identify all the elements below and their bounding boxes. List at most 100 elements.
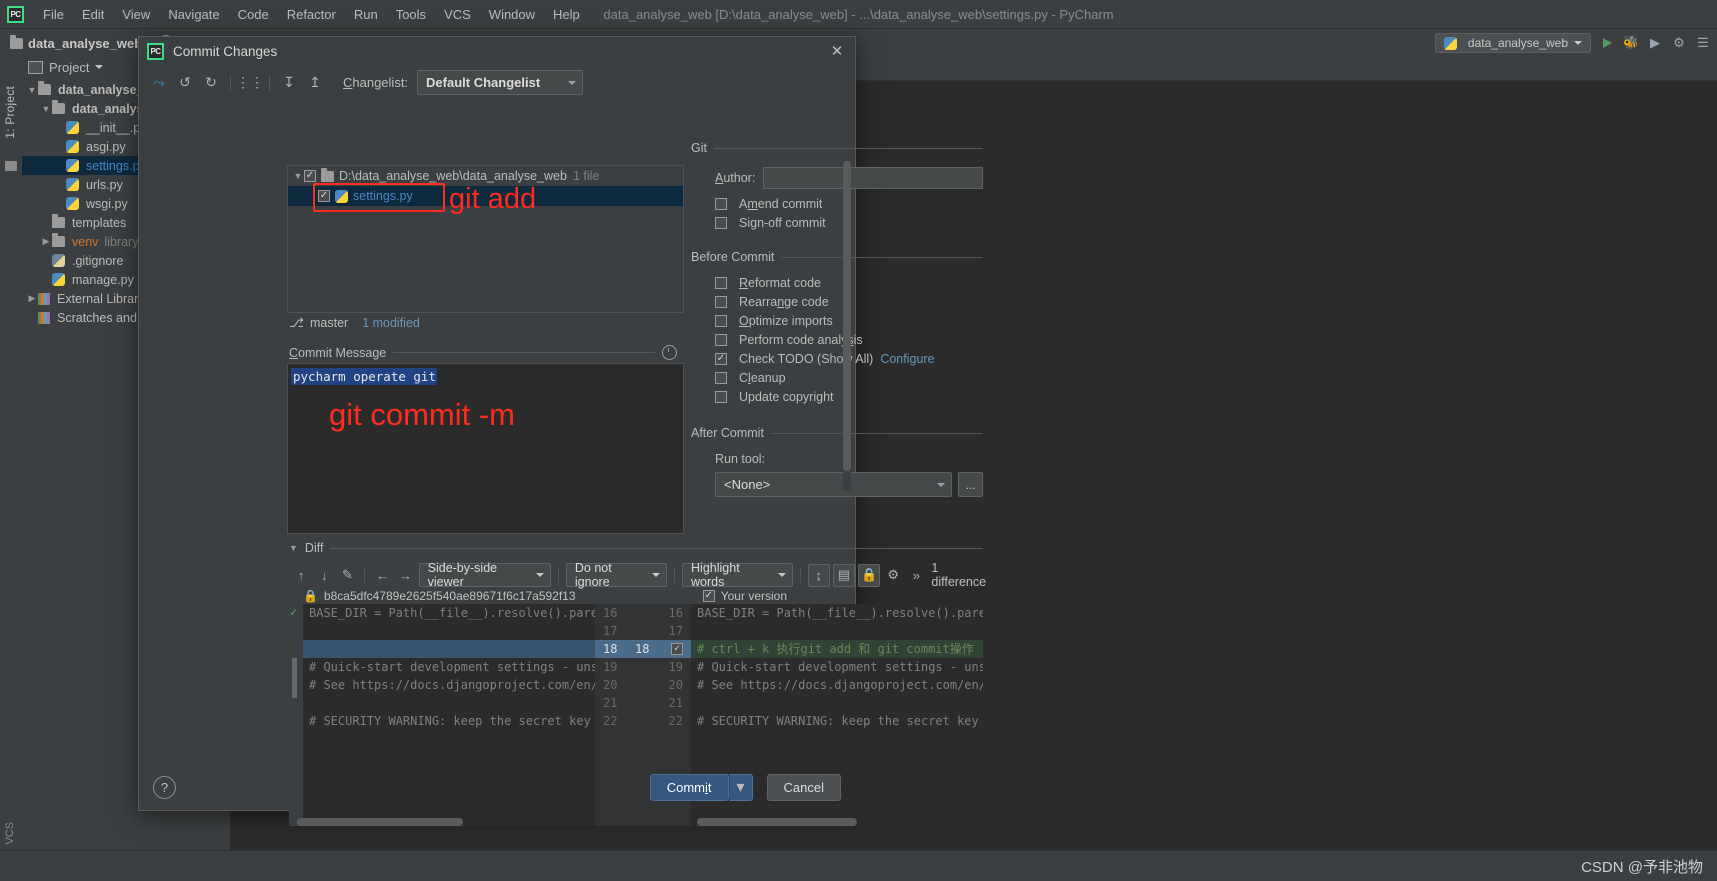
- menu-item-refactor[interactable]: Refactor: [278, 4, 345, 25]
- lock-icon[interactable]: 🔒: [857, 563, 881, 587]
- left-tool-strip: 1: Project VCS: [0, 56, 23, 851]
- menu-item-edit[interactable]: Edit: [73, 4, 113, 25]
- previous-difference-icon[interactable]: ↑: [291, 565, 311, 586]
- collapse-all-icon[interactable]: ↥: [303, 72, 327, 94]
- chevron-down-icon[interactable]: ▼: [289, 543, 298, 553]
- commit-button[interactable]: Commit: [649, 773, 729, 801]
- run-configuration-selector[interactable]: data_analyse_web: [1434, 33, 1591, 53]
- chevron-down-icon[interactable]: ▼: [292, 171, 304, 181]
- menu-item-code[interactable]: Code: [229, 4, 278, 25]
- optimize-imports-checkbox[interactable]: [715, 315, 727, 327]
- branch-name: master: [309, 316, 349, 330]
- diff-line-number-right: 20: [668, 678, 683, 692]
- clock-icon[interactable]: [662, 345, 677, 360]
- chevron-down-icon[interactable]: ▼: [26, 85, 38, 95]
- menu-item-vcs[interactable]: VCS: [435, 4, 480, 25]
- debug-button[interactable]: 🐝: [1623, 35, 1639, 51]
- scrollbar-thumb[interactable]: [843, 161, 851, 471]
- ignore-mode-combo[interactable]: Do not ignore: [565, 561, 668, 589]
- help-button[interactable]: ?: [153, 775, 176, 799]
- chevron-down-icon: [568, 80, 577, 85]
- root-checkbox[interactable]: ✓: [304, 170, 316, 182]
- diff-left-line: # SECURITY WARNING: keep the secret key …: [309, 714, 595, 728]
- chevron-down-icon[interactable]: ▼: [40, 104, 52, 114]
- changelist-combo[interactable]: Default Changelist: [417, 70, 584, 95]
- update-copyright-checkbox[interactable]: [715, 391, 727, 403]
- diff-section-title[interactable]: ▼ Diff: [289, 541, 983, 555]
- perform-code-analysis-checkbox[interactable]: [715, 334, 727, 346]
- structure-icon[interactable]: [5, 161, 17, 171]
- author-input[interactable]: [763, 167, 983, 189]
- refresh-icon[interactable]: ↻: [199, 72, 223, 94]
- cancel-button[interactable]: Cancel: [766, 773, 841, 801]
- tool-window-button-vcs[interactable]: VCS: [4, 822, 16, 845]
- configure-link[interactable]: Configure: [880, 352, 934, 366]
- profile-button[interactable]: ⚙: [1671, 35, 1687, 51]
- chevron-right-icon[interactable]: ▶: [26, 293, 38, 304]
- menu-item-window[interactable]: Window: [480, 4, 544, 25]
- edit-icon[interactable]: ✎: [337, 565, 357, 586]
- collapse-unchanged-icon[interactable]: ↨: [807, 563, 830, 587]
- show-diff-icon[interactable]: ⤳: [147, 72, 171, 94]
- menu-item-file[interactable]: File: [34, 4, 73, 25]
- amend-commit-checkbox[interactable]: [715, 198, 727, 210]
- signoff-commit-checkbox[interactable]: [715, 217, 727, 229]
- menu-item-navigate[interactable]: Navigate: [159, 4, 228, 25]
- breadcrumb-project[interactable]: data_analyse_web: [28, 36, 142, 51]
- group-by-icon[interactable]: ⋮⋮: [236, 72, 264, 94]
- accept-right-icon[interactable]: →: [395, 565, 415, 586]
- run-button[interactable]: [1599, 35, 1615, 51]
- options-scrollbar[interactable]: [843, 161, 851, 491]
- dialog-title-bar: PC Commit Changes: [139, 37, 855, 65]
- menu-item-tools[interactable]: Tools: [387, 4, 435, 25]
- commit-split-arrow[interactable]: ▾: [728, 773, 753, 801]
- diff-line-number-row: 17 17: [595, 622, 691, 640]
- diff-left-hscrollbar[interactable]: [297, 818, 463, 826]
- diff-right-line: [691, 694, 983, 712]
- diff-line-number-right: 18: [635, 642, 650, 656]
- chevron-down-icon[interactable]: [95, 65, 104, 69]
- diff-apply-checkbox[interactable]: ✓: [671, 643, 683, 655]
- diff-line-number-left: 22: [603, 714, 618, 728]
- expand-all-icon[interactable]: ↧: [277, 72, 301, 94]
- run-configuration-name: data_analyse_web: [1467, 36, 1568, 50]
- folder-icon: [38, 81, 51, 95]
- modified-count: 1 modified: [362, 316, 420, 330]
- search-everywhere-icon[interactable]: ☰: [1695, 35, 1711, 51]
- signoff-commit-label: Sign-off commit: [739, 216, 826, 230]
- commit-message-input[interactable]: pycharm operate git: [287, 363, 684, 534]
- highlight-mode-combo[interactable]: Highlight words: [682, 561, 793, 589]
- diff-right-line: # ctrl + k 执行git add 和 git commit操作: [691, 640, 983, 658]
- python-file-icon: [66, 178, 79, 191]
- overflow-icon[interactable]: »: [906, 565, 926, 586]
- menu-item-view[interactable]: View: [113, 4, 159, 25]
- rearrange-code-checkbox[interactable]: [715, 296, 727, 308]
- folder-icon: [52, 233, 65, 247]
- accept-left-icon[interactable]: ←: [372, 565, 392, 586]
- run-coverage-button[interactable]: ▶: [1647, 35, 1663, 51]
- close-icon[interactable]: ✕: [829, 44, 845, 60]
- check-todo-checkbox[interactable]: ✓: [715, 353, 727, 365]
- browse-button[interactable]: ...: [958, 472, 983, 497]
- menu-item-help[interactable]: Help: [544, 4, 589, 25]
- compare-columns-icon[interactable]: ▤: [832, 563, 855, 587]
- watermark: CSDN @予非池物: [1581, 858, 1703, 876]
- diff-accepted-icon: ✓: [290, 605, 298, 619]
- commit-message-value: pycharm operate git: [291, 368, 437, 385]
- cleanup-checkbox[interactable]: [715, 372, 727, 384]
- viewer-mode-combo[interactable]: Side-by-side viewer: [418, 561, 551, 589]
- commit-changes-dialog: PC Commit Changes ✕ ⤳ ↺ ↻ ⋮⋮ ↧ ↥ CChange…: [138, 36, 986, 826]
- file-name-label: settings.py: [353, 189, 413, 203]
- your-version-checkbox[interactable]: ✓: [702, 589, 715, 602]
- file-checkbox[interactable]: ✓: [318, 190, 330, 202]
- menu-item-run[interactable]: Run: [345, 4, 387, 25]
- next-difference-icon[interactable]: ↓: [314, 565, 334, 586]
- tool-window-button-project[interactable]: 1: Project: [3, 86, 17, 139]
- chevron-right-icon[interactable]: ▶: [40, 236, 52, 247]
- reformat-code-checkbox[interactable]: [715, 277, 727, 289]
- revert-icon[interactable]: ↺: [173, 72, 197, 94]
- diff-right-hscrollbar[interactable]: [697, 818, 857, 826]
- run-tool-combo[interactable]: <None>: [715, 472, 953, 497]
- diff-left-line: [303, 694, 595, 712]
- settings-icon[interactable]: ⚙: [883, 565, 903, 586]
